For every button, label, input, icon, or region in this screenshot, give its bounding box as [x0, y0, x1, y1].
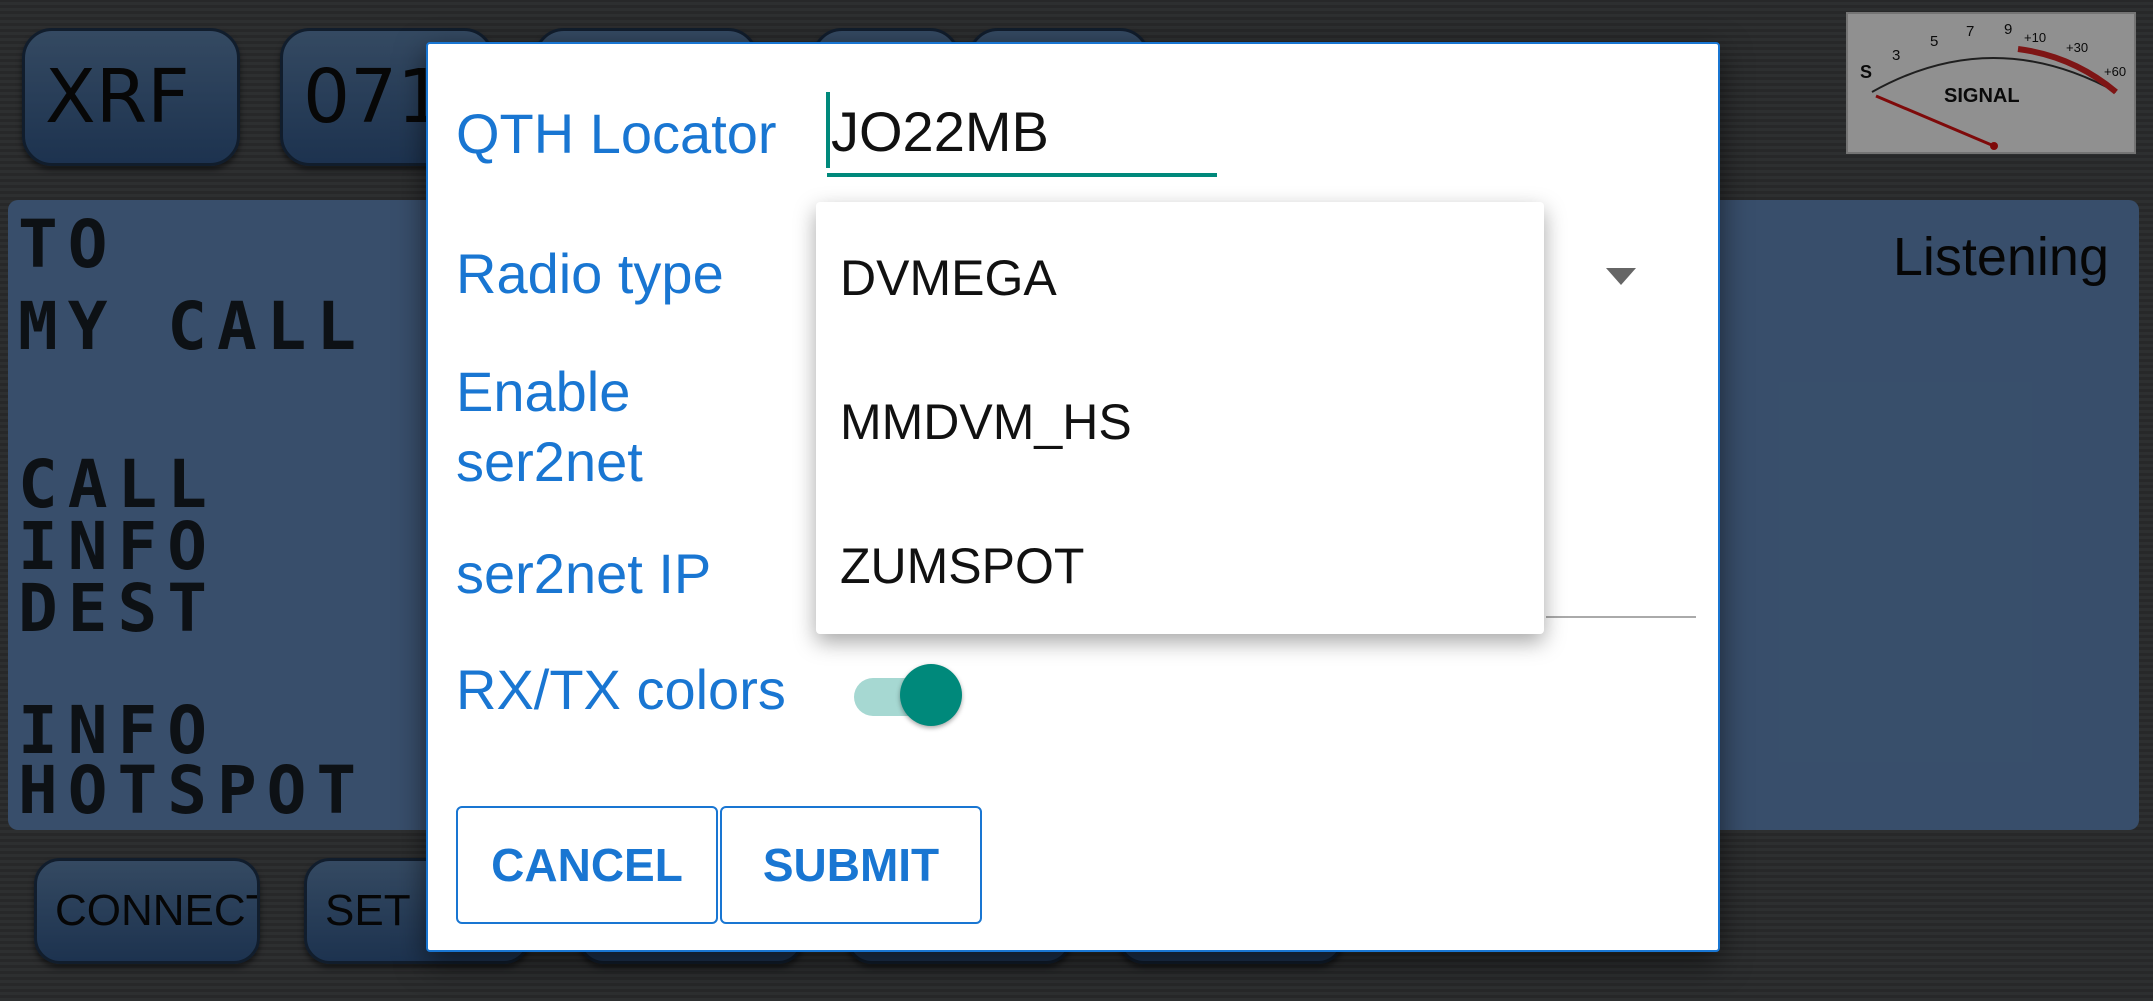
- status-text: Listening: [1892, 227, 2109, 287]
- qth-locator-input[interactable]: [827, 89, 1217, 177]
- meter-scale-label: S: [1860, 62, 1872, 82]
- meter-scale-label: +30: [2066, 40, 2088, 55]
- radio-type-dropdown-menu: DVMEGA MMDVM_HS ZUMSPOT: [816, 202, 1544, 634]
- lcd-line-hotspot: HOTSPOT: [18, 752, 367, 829]
- cancel-button[interactable]: CANCEL: [456, 806, 718, 924]
- qth-locator-label: QTH Locator: [456, 102, 777, 165]
- rxtx-colors-toggle[interactable]: [848, 658, 970, 734]
- meter-scale-label: +10: [2024, 30, 2046, 45]
- ser2net-ip-label: ser2net IP: [456, 542, 712, 605]
- meter-scale-label: 7: [1966, 23, 1974, 40]
- rxtx-colors-label: RX/TX colors: [456, 658, 786, 721]
- dropdown-option-dvmega[interactable]: DVMEGA: [840, 248, 1057, 308]
- submit-button[interactable]: SUBMIT: [720, 806, 982, 924]
- radio-type-label: Radio type: [456, 242, 724, 305]
- meter-scale-label: +60: [2104, 64, 2126, 79]
- toggle-thumb: [900, 664, 962, 726]
- lcd-line-to: TO: [18, 206, 118, 283]
- meter-scale-label: 9: [2004, 21, 2012, 38]
- lcd-line-info: INFO: [18, 508, 217, 585]
- text-caret: [826, 92, 830, 168]
- lcd-line-call: CALL: [18, 446, 217, 523]
- dropdown-option-mmdvm-hs[interactable]: MMDVM_HS: [840, 392, 1132, 452]
- signal-meter: S 3 5 7 9 +10 +30 +60 SIGNAL: [1846, 12, 2136, 154]
- enable-ser2net-label-line2: ser2net: [456, 430, 643, 493]
- reflector-type-button[interactable]: XRF: [22, 28, 240, 166]
- lcd-line-dest: DEST: [18, 570, 217, 647]
- connect-button[interactable]: CONNECT: [34, 858, 260, 964]
- meter-title: SIGNAL: [1944, 85, 2020, 107]
- meter-scale-label: 3: [1892, 47, 1900, 64]
- dropdown-arrow-icon[interactable]: [1606, 268, 1636, 285]
- enable-ser2net-label: Enable: [456, 360, 631, 423]
- dropdown-option-zumspot[interactable]: ZUMSPOT: [840, 536, 1084, 596]
- meter-scale-label: 5: [1930, 33, 1938, 50]
- ser2net-ip-input[interactable]: [1546, 616, 1696, 618]
- lcd-line-mycall: MY CALL: [18, 288, 367, 365]
